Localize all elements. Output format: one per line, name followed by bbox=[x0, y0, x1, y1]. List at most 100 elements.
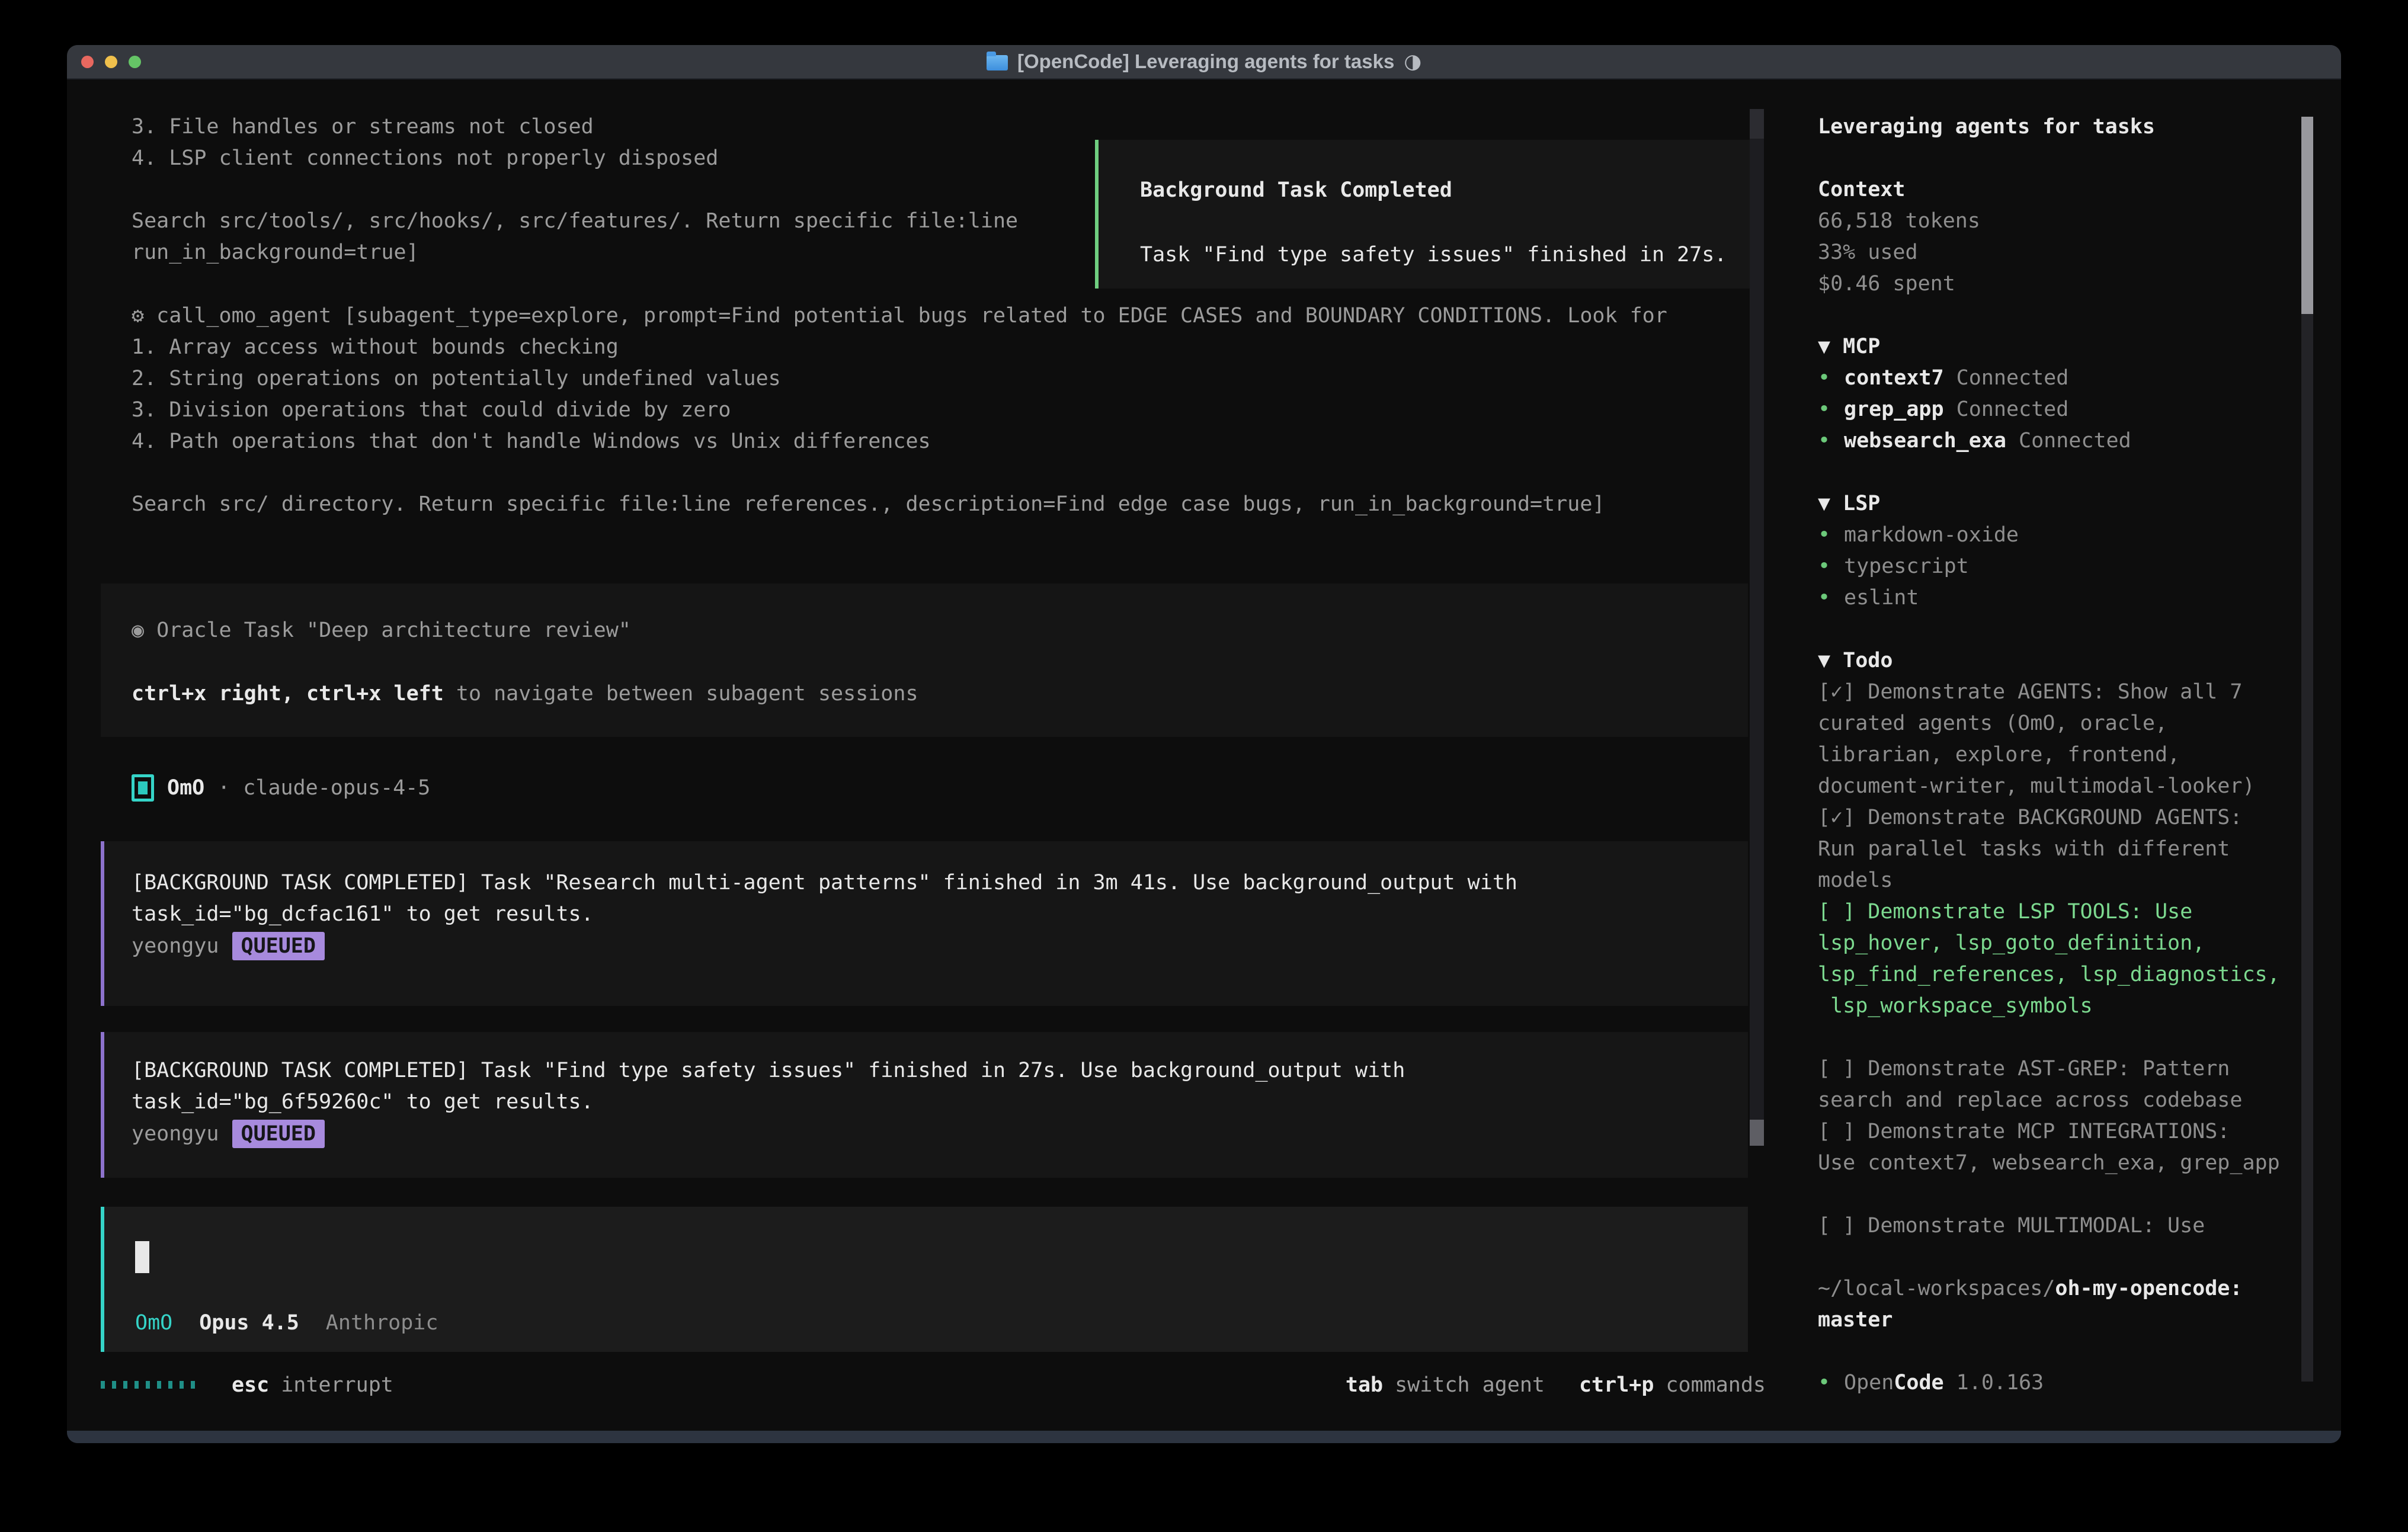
window-bottom-strip bbox=[67, 1431, 2341, 1443]
oracle-task-hint: ctrl+x right, ctrl+x left to navigate be… bbox=[132, 678, 1748, 710]
lsp-section-header[interactable]: ▼ LSP bbox=[1818, 488, 2292, 520]
notification-title: Background Task Completed bbox=[1140, 175, 1755, 206]
app-window: [OpenCode] Leveraging agents for tasks ◑… bbox=[67, 45, 2341, 1443]
tab-key: tab bbox=[1346, 1373, 1383, 1397]
tool-call-line: 2. String operations on potentially unde… bbox=[132, 363, 1667, 395]
app-name-bold: Code bbox=[1894, 1371, 1943, 1395]
mcp-item-status: Connected bbox=[1956, 366, 2069, 390]
todo-line: models bbox=[1818, 865, 2292, 896]
task-card-meta: yeongyu QUEUED bbox=[132, 930, 1748, 961]
lsp-item: •typescript bbox=[1818, 551, 2292, 582]
sidebar-scrollbar-thumb[interactable] bbox=[2301, 117, 2313, 314]
loading-indicator-icon: ◑ bbox=[1404, 50, 1421, 73]
task-card-line: task_id="bg_dcfac161" to get results. bbox=[132, 899, 1748, 930]
keybind-description: to navigate between subagent sessions bbox=[444, 682, 918, 706]
lsp-item-name: markdown-oxide bbox=[1844, 523, 2019, 547]
mcp-item-name: grep_app bbox=[1844, 398, 1944, 421]
todo-line: search and replace across codebase bbox=[1818, 1085, 2292, 1116]
todo-line: [ ] Demonstrate MCP INTEGRATIONS: bbox=[1818, 1116, 2292, 1148]
task-card-meta: yeongyu QUEUED bbox=[132, 1118, 1748, 1149]
task-card-line: [BACKGROUND TASK COMPLETED] Task "Resear… bbox=[132, 867, 1748, 899]
app-name-regular: Open bbox=[1844, 1371, 1894, 1395]
sidebar: Leveraging agents for tasks Context 66,5… bbox=[1818, 111, 2292, 1399]
prompt-input[interactable]: OmO Opus 4.5 Anthropic bbox=[101, 1207, 1748, 1352]
window-title-group: [OpenCode] Leveraging agents for tasks ◑ bbox=[987, 50, 1421, 73]
mcp-item-status: Connected bbox=[1956, 398, 2069, 421]
chevron-down-icon: ▼ bbox=[1818, 649, 1830, 672]
footer-provider-name: Anthropic bbox=[326, 1311, 438, 1335]
terminal-content: 3. File handles or streams not closed 4.… bbox=[67, 79, 2341, 1431]
status-dot-icon: • bbox=[1818, 520, 1844, 551]
todo-item-pending: [ ] Demonstrate MCP INTEGRATIONS: Use co… bbox=[1818, 1116, 2292, 1179]
mcp-item-status: Connected bbox=[2019, 429, 2131, 453]
mcp-item-name: websearch_exa bbox=[1844, 429, 2006, 453]
tool-call-line: 4. Path operations that don't handle Win… bbox=[132, 426, 1667, 457]
status-right: tab switch agent ctrl+p commands bbox=[1346, 1373, 1766, 1397]
workspace-repo: oh-my-opencode: bbox=[2055, 1277, 2242, 1300]
traffic-lights bbox=[81, 45, 141, 78]
activity-spinner-icon bbox=[101, 1381, 195, 1389]
todo-line: librarian, explore, frontend, bbox=[1818, 739, 2292, 771]
tool-call-block: ⚙ call_omo_agent [subagent_type=explore,… bbox=[132, 300, 1667, 520]
todo-item-done: [✓] Demonstrate AGENTS: Show all 7 curat… bbox=[1818, 677, 2292, 802]
tab-label: switch agent bbox=[1395, 1373, 1545, 1397]
scrollback-line: 3. File handles or streams not closed bbox=[132, 111, 1018, 143]
lsp-item: •eslint bbox=[1818, 582, 2292, 614]
separator-dot: · bbox=[217, 776, 230, 800]
status-dot-icon: • bbox=[1818, 551, 1844, 582]
mcp-section-header[interactable]: ▼ MCP bbox=[1818, 331, 2292, 363]
window-title: [OpenCode] Leveraging agents for tasks bbox=[1017, 50, 1394, 73]
todo-line: lsp_workspace_symbols bbox=[1818, 991, 2292, 1022]
oracle-task-panel: ◉ Oracle Task "Deep architecture review"… bbox=[101, 584, 1748, 737]
lsp-header-label: LSP bbox=[1843, 492, 1880, 515]
scrollback-line bbox=[132, 174, 1018, 206]
mcp-item: •context7 Connected bbox=[1818, 363, 2292, 394]
tool-call-line bbox=[132, 457, 1667, 489]
todo-line: [ ] Demonstrate AST-GREP: Pattern bbox=[1818, 1053, 2292, 1085]
status-dot-icon: • bbox=[1818, 582, 1844, 614]
todo-line: curated agents (OmO, oracle, bbox=[1818, 708, 2292, 739]
close-button[interactable] bbox=[81, 56, 94, 68]
app-version: •OpenCode 1.0.163 bbox=[1818, 1367, 2292, 1399]
tool-call-line: ⚙ call_omo_agent [subagent_type=explore,… bbox=[132, 300, 1667, 332]
workspace-path: ~/local-workspaces/oh-my-opencode: bbox=[1818, 1273, 2292, 1305]
todo-item-pending: [ ] Demonstrate MULTIMODAL: Use bbox=[1818, 1210, 2292, 1242]
esc-label: interrupt bbox=[281, 1373, 393, 1397]
sidebar-scrollbar[interactable] bbox=[2301, 117, 2313, 1382]
status-bar: esc interrupt tab switch agent ctrl+p co… bbox=[101, 1369, 1766, 1400]
workspace-branch: master bbox=[1818, 1305, 2292, 1336]
task-card-line: task_id="bg_6f59260c" to get results. bbox=[132, 1086, 1748, 1118]
text-cursor bbox=[135, 1241, 149, 1273]
mcp-header-label: MCP bbox=[1843, 335, 1880, 358]
todo-line: lsp_find_references, lsp_diagnostics, bbox=[1818, 959, 2292, 991]
main-scrollbar-top-segment bbox=[1750, 109, 1764, 139]
screen: [OpenCode] Leveraging agents for tasks ◑… bbox=[0, 0, 2408, 1532]
workspace-path-prefix: ~/local-workspaces/ bbox=[1818, 1277, 2055, 1300]
main-scrollbar[interactable] bbox=[1750, 109, 1764, 1146]
agent-header: OmO · claude-opus-4-5 bbox=[132, 772, 430, 803]
esc-hint: esc interrupt bbox=[232, 1373, 393, 1397]
status-dot-icon: • bbox=[1818, 425, 1844, 457]
tab-hint: tab switch agent bbox=[1346, 1373, 1545, 1397]
minimize-button[interactable] bbox=[105, 56, 117, 68]
status-badge: QUEUED bbox=[232, 932, 325, 960]
maximize-button[interactable] bbox=[129, 56, 141, 68]
background-task-notification: Background Task Completed Task "Find typ… bbox=[1095, 140, 1759, 289]
agent-icon bbox=[132, 774, 154, 802]
background-task-card: [BACKGROUND TASK COMPLETED] Task "Resear… bbox=[101, 841, 1748, 1006]
keybind-text: ctrl+x right, ctrl+x left bbox=[132, 682, 444, 706]
main-scrollbar-thumb[interactable] bbox=[1750, 1120, 1764, 1146]
chevron-down-icon: ▼ bbox=[1818, 492, 1830, 515]
todo-section-header[interactable]: ▼ Todo bbox=[1818, 645, 2292, 677]
chevron-down-icon: ▼ bbox=[1818, 335, 1830, 358]
todo-line: [✓] Demonstrate BACKGROUND AGENTS: bbox=[1818, 802, 2292, 834]
input-footer: OmO Opus 4.5 Anthropic bbox=[135, 1307, 438, 1338]
todo-line: [ ] Demonstrate LSP TOOLS: Use bbox=[1818, 896, 2292, 928]
todo-line: document-writer, multimodal-looker) bbox=[1818, 771, 2292, 802]
mcp-item: •websearch_exa Connected bbox=[1818, 425, 2292, 457]
tool-call-line: 3. Division operations that could divide… bbox=[132, 395, 1667, 426]
todo-line: [✓] Demonstrate AGENTS: Show all 7 bbox=[1818, 677, 2292, 708]
tool-call-line: 1. Array access without bounds checking bbox=[132, 332, 1667, 363]
agent-model: claude-opus-4-5 bbox=[243, 776, 430, 800]
todo-item-active: [ ] Demonstrate LSP TOOLS: Use lsp_hover… bbox=[1818, 896, 2292, 1022]
